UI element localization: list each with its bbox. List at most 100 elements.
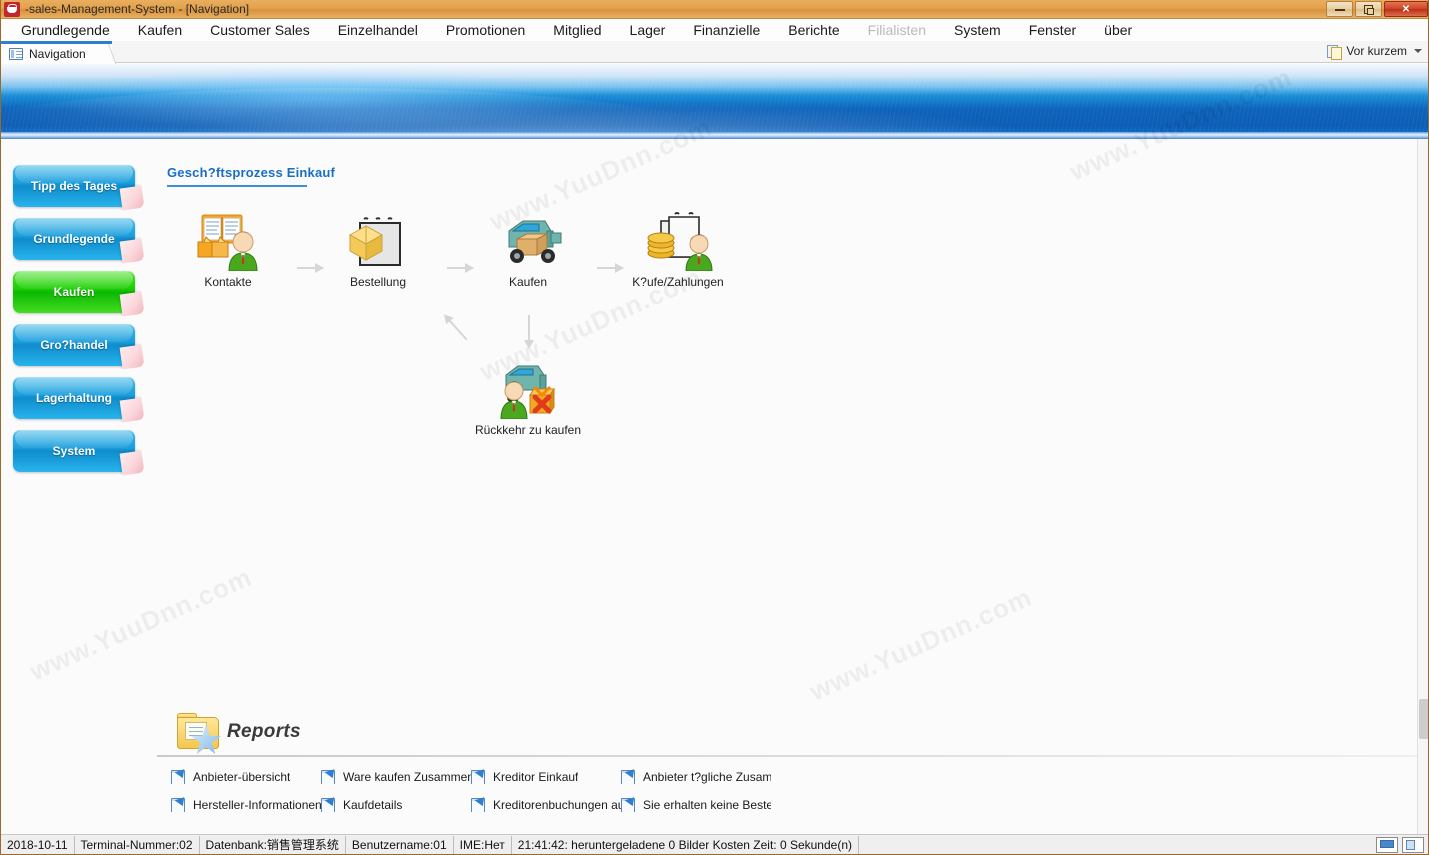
report-link[interactable]: Kreditor Einkauf — [471, 769, 578, 784]
process-node-label: Bestellung — [349, 275, 407, 289]
sidebar-item-grundlegende[interactable]: Grundlegende — [13, 218, 135, 260]
chevron-down-icon — [1414, 49, 1422, 53]
status-cell: Benutzername:01 — [346, 835, 454, 854]
report-link-label: Kaufdetails — [343, 797, 403, 812]
recent-label: Vor kurzem — [1346, 44, 1407, 58]
sidebar-item-label: Kaufen — [53, 285, 95, 299]
restore-button[interactable] — [1355, 1, 1382, 17]
process-node-kaufen[interactable]: Kaufen — [473, 205, 583, 289]
report-link-label: Anbieter t?gliche Zusamme — [643, 769, 771, 784]
menu-item-filialisten: Filialisten — [867, 22, 926, 38]
process-title-underline — [167, 185, 307, 187]
menu-item-promotionen[interactable]: Promotionen — [432, 19, 539, 41]
application-window: -sales-Management-System - [Navigation] … — [0, 0, 1429, 855]
sidebar-item-tipp-des-tages[interactable]: Tipp des Tages — [13, 165, 135, 207]
report-note-icon — [321, 797, 336, 812]
report-note-icon — [471, 769, 486, 784]
status-cell: IME:Нет — [454, 835, 512, 854]
status-cell: Terminal-Nummer:02 — [75, 835, 200, 854]
report-link-label: Hersteller-Informationen — [193, 797, 321, 812]
process-node-rueckkehr-zu-kaufen[interactable]: Rückkehr zu kaufen — [453, 353, 603, 437]
menu-item-fenster[interactable]: Fenster — [1015, 19, 1090, 41]
process-node-label: Rückkehr zu kaufen — [474, 423, 582, 437]
report-link[interactable]: Anbieter-übersicht — [171, 769, 290, 784]
menu-item--ber[interactable]: über — [1090, 19, 1146, 41]
process-panel: Gesch?ftsprozess Einkauf Kontakte Bestel… — [167, 165, 1417, 437]
report-link[interactable]: Anbieter t?gliche Zusamme — [621, 769, 771, 784]
sidebar-item-system[interactable]: System — [13, 430, 135, 472]
copy-pages-icon — [1327, 44, 1343, 60]
report-note-icon — [171, 769, 186, 784]
shopping-cart-icon — [4, 1, 20, 17]
report-note-icon — [321, 769, 336, 784]
flow-arrow-down-icon — [524, 315, 534, 349]
form-list-icon — [9, 47, 23, 60]
sidebar-item-label: System — [52, 444, 96, 458]
menu-item-kaufen[interactable]: Kaufen — [124, 19, 196, 41]
flow-arrow-right-icon — [447, 263, 474, 273]
sidebar-item-label: Lagerhaltung — [35, 391, 112, 405]
tab-navigation[interactable]: Navigation — [1, 41, 112, 63]
menu-item-berichte[interactable]: Berichte — [774, 19, 853, 41]
status-cell: Datenbank:销售管理系统 — [200, 835, 346, 854]
menu-item-system[interactable]: System — [940, 19, 1015, 41]
menu-item-customer-sales[interactable]: Customer Sales — [196, 19, 324, 41]
report-note-icon — [471, 797, 486, 812]
window-layout-horizontal-icon[interactable] — [1376, 836, 1398, 853]
delivery-truck-icon — [473, 205, 583, 271]
process-node-kaeufe-zahlungen[interactable]: K?ufe/Zahlungen — [623, 205, 733, 289]
menu-item-finanzielle[interactable]: Finanzielle — [679, 19, 774, 41]
minimize-button[interactable] — [1326, 1, 1353, 17]
menu-item-mitglied[interactable]: Mitglied — [539, 19, 615, 41]
tab-strip: Navigation Vor kurzem — [1, 41, 1428, 63]
sidebar-item-label: Tipp des Tages — [30, 179, 118, 193]
reports-title: Reports — [227, 721, 301, 742]
status-icons — [1376, 836, 1428, 853]
report-link[interactable]: Kaufdetails — [321, 797, 402, 812]
tab-navigation-label: Navigation — [29, 46, 86, 61]
sidebar-item-gro-handel[interactable]: Gro?handel — [13, 324, 135, 366]
status-cell: 2018-10-11 — [1, 835, 75, 854]
content-area: www.YuuDnn.com www.YuuDnn.com www.YuuDnn… — [1, 62, 1428, 835]
flow-arrow-up-right-icon — [448, 319, 468, 341]
window-controls: ✕ — [1326, 1, 1428, 17]
process-node-kontakte[interactable]: Kontakte — [173, 205, 283, 289]
menu-item-lager[interactable]: Lager — [616, 19, 680, 41]
sidebar-item-kaufen[interactable]: Kaufen — [13, 271, 135, 313]
process-flow: Kontakte Bestellung Kaufen K?ufe/Zahlung… — [167, 205, 1417, 437]
report-link[interactable]: Sie erhalten keine Bestellu — [621, 797, 771, 812]
title-bar: -sales-Management-System - [Navigation] … — [1, 0, 1428, 19]
close-button[interactable]: ✕ — [1384, 1, 1428, 17]
reports-panel: Reports Anbieter-übersicht Ware kaufen Zu… — [157, 709, 1425, 829]
sidebar-item-lagerhaltung[interactable]: Lagerhaltung — [13, 377, 135, 419]
folder-star-icon — [169, 711, 227, 755]
process-node-bestellung[interactable]: Bestellung — [323, 205, 433, 289]
report-link[interactable]: Kreditorenbuchungen auf — [471, 797, 621, 812]
report-link-label: Sie erhalten keine Bestellu — [643, 797, 771, 812]
window-layout-vertical-icon[interactable] — [1402, 836, 1424, 853]
contacts-book-person-icon — [173, 205, 283, 271]
reports-list: Anbieter-übersicht Ware kaufen Zusammenfa… — [157, 769, 1425, 829]
vertical-scrollbar[interactable] — [1417, 139, 1428, 835]
header-banner — [1, 64, 1428, 139]
menu-item-grundlegende[interactable]: Grundlegende — [7, 19, 124, 41]
report-link[interactable]: Hersteller-Informationen — [171, 797, 321, 812]
status-cell: 21:41:42: heruntergeladene 0 Bilder Kost… — [512, 835, 859, 854]
menu-bar: Grundlegende Kaufen Customer Sales Einzelha… — [1, 19, 1428, 41]
report-link[interactable]: Ware kaufen Zusammenfa — [321, 769, 471, 784]
status-bar: 2018-10-11 Terminal-Nummer:02 Datenbank:销售… — [1, 834, 1428, 854]
report-link-label: Ware kaufen Zusammenfa — [343, 769, 471, 784]
report-link-label: Anbieter-übersicht — [193, 769, 291, 784]
report-link-label: Kreditorenbuchungen auf — [493, 797, 621, 812]
sidebar: Tipp des Tages Grundlegende Kaufen Gro?hand… — [1, 139, 149, 835]
order-clipboard-box-icon — [323, 205, 433, 271]
window-title: -sales-Management-System - [Navigation] — [25, 2, 250, 16]
scrollbar-thumb[interactable] — [1419, 699, 1428, 739]
report-note-icon — [171, 797, 186, 812]
recent-button[interactable]: Vor kurzem — [1327, 44, 1422, 60]
menu-item-einzelhandel[interactable]: Einzelhandel — [324, 19, 432, 41]
payments-coins-clipboard-icon — [623, 205, 733, 271]
flow-arrow-right-icon — [297, 263, 324, 273]
process-title: Gesch?ftsprozess Einkauf — [167, 165, 336, 180]
report-note-icon — [621, 797, 636, 812]
